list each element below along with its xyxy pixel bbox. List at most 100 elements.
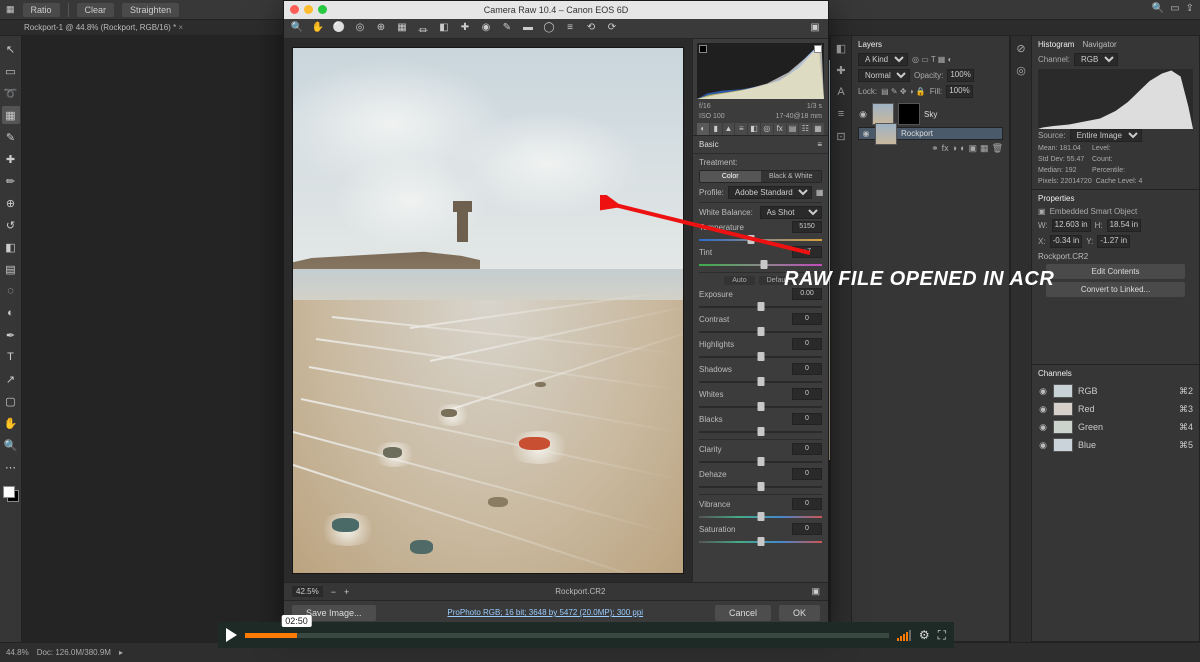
tint-value[interactable]: +7 xyxy=(792,246,822,258)
adjustment-icon[interactable]: ◐ xyxy=(960,143,965,154)
x-field[interactable]: -0.34 in xyxy=(1050,235,1083,248)
tool-gradient[interactable]: ▤ xyxy=(2,260,20,278)
layer-mask-thumb[interactable] xyxy=(898,103,920,125)
acr-prefs[interactable]: ≡ xyxy=(563,22,577,36)
fill-value[interactable]: 100% xyxy=(946,85,972,98)
acr-transform[interactable]: ◧ xyxy=(437,22,451,36)
slider-value[interactable]: 0 xyxy=(792,498,822,510)
acr-color-sampler[interactable]: ◎ xyxy=(353,22,367,36)
shadow-clip-icon[interactable] xyxy=(699,45,707,53)
slider-value[interactable]: 0 xyxy=(792,468,822,480)
vpanel2-icon-1[interactable]: ⊘ xyxy=(1013,42,1029,58)
acr-spot[interactable]: ✚ xyxy=(458,22,472,36)
profile-browser-icon[interactable]: ▦ xyxy=(816,188,824,197)
h-field[interactable]: 18.54 in xyxy=(1107,219,1141,232)
volume-icon[interactable] xyxy=(897,629,911,641)
layer-kind-filter[interactable]: A Kind xyxy=(858,53,908,66)
vpanel-icon-4[interactable]: ≡ xyxy=(833,108,849,124)
tool-path[interactable]: ↗ xyxy=(2,370,20,388)
acr-radial-filter[interactable]: ◯ xyxy=(542,22,556,36)
acr-zoom-level[interactable]: 42.5% xyxy=(292,586,323,597)
highlight-clip-icon[interactable] xyxy=(814,45,822,53)
acr-preview-area[interactable] xyxy=(284,39,692,582)
share-icon[interactable]: ⇪ xyxy=(1186,3,1194,14)
fx-icon[interactable]: fx xyxy=(942,143,949,154)
tool-stamp[interactable]: ⊕ xyxy=(2,194,20,212)
tool-type[interactable]: T xyxy=(2,348,20,366)
profile-select[interactable]: Adobe Standard xyxy=(728,186,812,199)
visibility-icon[interactable]: ◉ xyxy=(861,129,871,138)
tool-crop[interactable]: ▦ xyxy=(2,106,20,124)
zoom-plus[interactable]: + xyxy=(344,587,349,597)
blend-mode[interactable]: Normal xyxy=(858,69,910,82)
acr-zoom-tool[interactable]: 🔍 xyxy=(290,22,304,36)
auto-button[interactable]: Auto xyxy=(724,276,754,285)
tool-blur[interactable]: ◌ xyxy=(2,282,20,300)
tab-basic-icon[interactable]: ◐ xyxy=(697,123,709,135)
link-layers-icon[interactable]: ⚭ xyxy=(931,143,939,154)
ok-button[interactable]: OK xyxy=(779,605,820,621)
acr-compare-icon[interactable]: ▣ xyxy=(811,586,820,597)
panel-menu-icon[interactable]: ≡ xyxy=(817,140,822,149)
color-swatches[interactable] xyxy=(3,486,19,502)
vpanel-icon-5[interactable]: ⊡ xyxy=(833,130,849,146)
ratio-dropdown[interactable]: Ratio xyxy=(23,3,60,17)
acr-target-adj[interactable]: ⊕ xyxy=(374,22,388,36)
tool-heal[interactable]: ✚ xyxy=(2,150,20,168)
tool-hand[interactable]: ✋ xyxy=(2,414,20,432)
exposure-slider[interactable] xyxy=(699,302,822,311)
tab-hsl-icon[interactable]: ≡ xyxy=(735,123,747,135)
vpanel2-icon-2[interactable]: ◎ xyxy=(1013,64,1029,80)
properties-tab[interactable]: Properties xyxy=(1038,194,1074,203)
highlights-slider[interactable] xyxy=(699,352,822,361)
settings-icon[interactable]: ⚙ xyxy=(919,628,930,642)
layer-thumb[interactable] xyxy=(875,123,897,145)
saturation-slider[interactable] xyxy=(699,537,822,546)
vpanel-icon-1[interactable]: ◧ xyxy=(833,42,849,58)
whites-slider[interactable] xyxy=(699,402,822,411)
tool-shape[interactable]: ▢ xyxy=(2,392,20,410)
acr-histogram[interactable] xyxy=(697,43,824,99)
channel-row[interactable]: ◉Green⌘4 xyxy=(1038,418,1193,436)
acr-grad-filter[interactable]: ▬ xyxy=(521,22,535,36)
tint-slider[interactable] xyxy=(699,260,822,269)
straighten-button[interactable]: Straighten xyxy=(122,3,179,17)
tab-fx-icon[interactable]: fx xyxy=(774,123,786,135)
opacity-value[interactable]: 100% xyxy=(947,69,973,82)
slider-value[interactable]: 0 xyxy=(792,413,822,425)
clarity-slider[interactable] xyxy=(699,457,822,466)
tool-pen[interactable]: ✒ xyxy=(2,326,20,344)
edit-contents-button[interactable]: Edit Contents xyxy=(1046,264,1186,279)
mask-icon[interactable]: ◑ xyxy=(952,143,957,154)
acr-rotate-r[interactable]: ⟳ xyxy=(605,22,619,36)
channel-row[interactable]: ◉RGB⌘2 xyxy=(1038,382,1193,400)
search-icon[interactable]: 🔍 xyxy=(1152,3,1164,14)
play-button[interactable] xyxy=(226,628,237,642)
tool-eyedrop[interactable]: ✎ xyxy=(2,128,20,146)
clear-button[interactable]: Clear xyxy=(77,3,115,17)
histogram-tab[interactable]: Histogram xyxy=(1038,40,1074,49)
window-traffic-lights[interactable] xyxy=(290,5,327,14)
acr-wb-tool[interactable]: ⚪ xyxy=(332,22,346,36)
layers-tab[interactable]: Layers xyxy=(858,40,882,49)
wb-select[interactable]: As Shot xyxy=(760,206,823,219)
channel-row[interactable]: ◉Red⌘3 xyxy=(1038,400,1193,418)
tool-move[interactable]: ↖ xyxy=(2,40,20,58)
dehaze-slider[interactable] xyxy=(699,482,822,491)
source-select[interactable]: Entire Image xyxy=(1070,129,1142,142)
tab-cal-icon[interactable]: ▤ xyxy=(787,123,799,135)
navigator-tab[interactable]: Navigator xyxy=(1082,40,1116,49)
shadows-slider[interactable] xyxy=(699,377,822,386)
tool-history[interactable]: ↺ xyxy=(2,216,20,234)
layer-row[interactable]: ◉ Rockport xyxy=(858,127,1003,140)
crop-tool-icon[interactable]: ▦ xyxy=(6,4,15,15)
convert-linked-button[interactable]: Convert to Linked... xyxy=(1046,282,1186,297)
slider-value[interactable]: 0 xyxy=(792,388,822,400)
trash-icon[interactable]: 🗑 xyxy=(992,143,1003,154)
tool-lasso[interactable]: ➰ xyxy=(2,84,20,102)
tool-marquee[interactable]: ▭ xyxy=(2,62,20,80)
vpanel-icon-2[interactable]: ✚ xyxy=(833,64,849,80)
zoom-minus[interactable]: − xyxy=(331,587,336,597)
contrast-slider[interactable] xyxy=(699,327,822,336)
tab-curve-icon[interactable]: ▮ xyxy=(710,123,722,135)
